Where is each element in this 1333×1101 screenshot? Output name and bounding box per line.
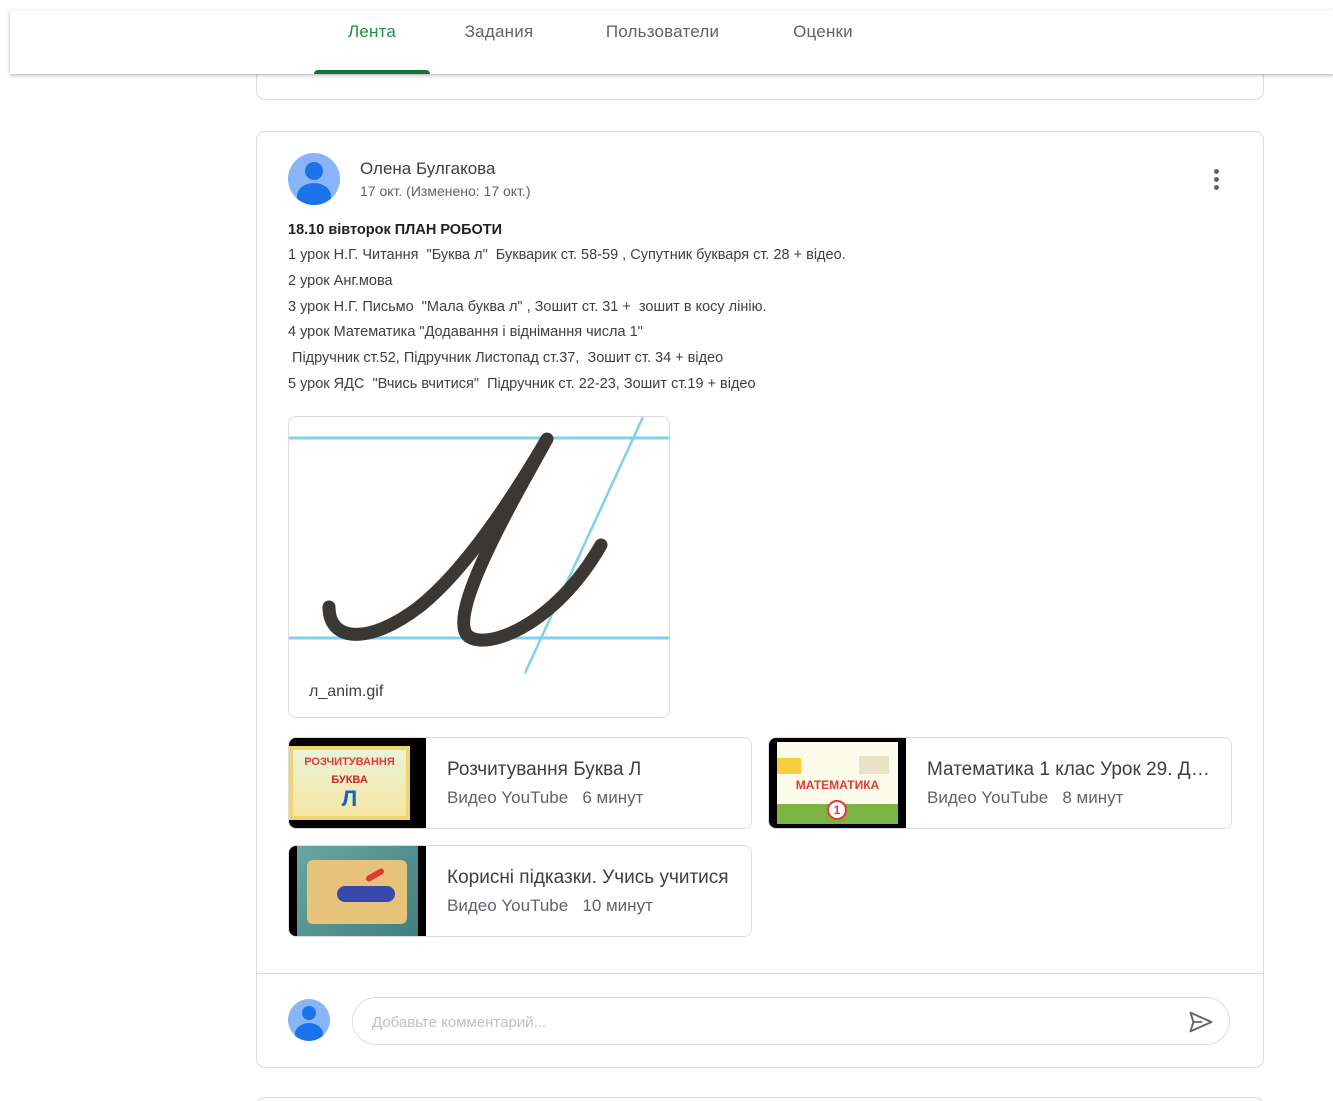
thumb-text: Л <box>341 786 358 811</box>
tab-grades-label: Оценки <box>793 22 853 41</box>
video-thumbnail <box>289 846 426 936</box>
cursive-letter-image <box>289 417 669 674</box>
video-title: Корисні підказки. Учись учитися <box>447 867 729 888</box>
active-tab-indicator <box>314 70 430 74</box>
post-line: 4 урок Математика "Додавання і відніманн… <box>288 324 643 341</box>
video-thumbnail: РОЗЧИТУВАННЯ БУКВА Л <box>289 738 426 828</box>
tab-stream[interactable]: Лента <box>314 22 430 74</box>
next-post-card <box>256 1097 1264 1101</box>
comment-divider <box>257 973 1263 974</box>
thumb-text: МАТЕМАТИКА <box>795 778 880 792</box>
tab-classwork[interactable]: Задания <box>450 22 548 74</box>
more-vert-icon[interactable] <box>1205 166 1229 194</box>
youtube-attachment[interactable]: РОЗЧИТУВАННЯ БУКВА Л Розчитування Буква … <box>288 737 752 829</box>
video-meta: Видео YouTube 8 минут <box>927 788 1124 807</box>
post-card: Олена Булгакова 17 окт. (Изменено: 17 ок… <box>256 131 1264 1068</box>
youtube-attachment[interactable]: МАТЕМАТИКА 1 Математика 1 клас Урок 29. … <box>768 737 1232 829</box>
post-author[interactable]: Олена Булгакова <box>360 159 495 179</box>
thumb-text: БУКВА <box>331 774 368 786</box>
post-date: 17 окт. (Изменено: 17 окт.) <box>360 183 531 199</box>
post-body: 18.10 вівторок ПЛАН РОБОТИ 1 урок Н.Г. Ч… <box>288 218 846 398</box>
youtube-attachment[interactable]: Корисні підказки. Учись учитися Видео Yo… <box>288 845 752 937</box>
tab-people[interactable]: Пользователи <box>590 22 735 74</box>
post-line: Підручник ст.52, Підручник Листопад ст.3… <box>288 350 724 367</box>
post-line: 5 урок ЯДС "Вчись вчитися" Підручник ст.… <box>288 375 756 392</box>
post-line: 3 урок Н.Г. Письмо "Мала буква л" , Зоши… <box>288 298 767 315</box>
comment-field[interactable] <box>352 997 1230 1045</box>
gif-attachment[interactable]: л_anim.gif <box>288 416 670 718</box>
post-title: 18.10 вівторок ПЛАН РОБОТИ <box>288 222 503 238</box>
default-avatar-icon <box>288 999 330 1041</box>
comment-input[interactable] <box>372 1010 1172 1034</box>
tab-stream-label: Лента <box>347 22 397 41</box>
top-navigation: Лента Задания Пользователи Оценки <box>10 10 1333 74</box>
default-avatar-icon[interactable] <box>288 153 340 205</box>
send-icon[interactable] <box>1187 1008 1215 1036</box>
tab-people-label: Пользователи <box>605 22 720 41</box>
post-line: 1 урок Н.Г. Читання "Буква л" Букварик с… <box>288 247 846 263</box>
thumb-text: 1 <box>827 800 847 820</box>
post-line: 2 урок Анг.мова <box>288 272 393 289</box>
tab-classwork-label: Задания <box>464 22 534 41</box>
gif-filename: л_anim.gif <box>309 683 384 700</box>
video-title: Розчитування Буква Л <box>447 759 642 780</box>
tab-grades[interactable]: Оценки <box>780 22 866 74</box>
video-title: Математика 1 клас Урок 29. Додавання і в… <box>927 759 1217 780</box>
video-meta: Видео YouTube 10 минут <box>447 896 653 915</box>
video-meta: Видео YouTube 6 минут <box>447 788 644 807</box>
thumb-text: РОЗЧИТУВАННЯ <box>304 756 395 768</box>
video-thumbnail: МАТЕМАТИКА 1 <box>769 738 906 828</box>
